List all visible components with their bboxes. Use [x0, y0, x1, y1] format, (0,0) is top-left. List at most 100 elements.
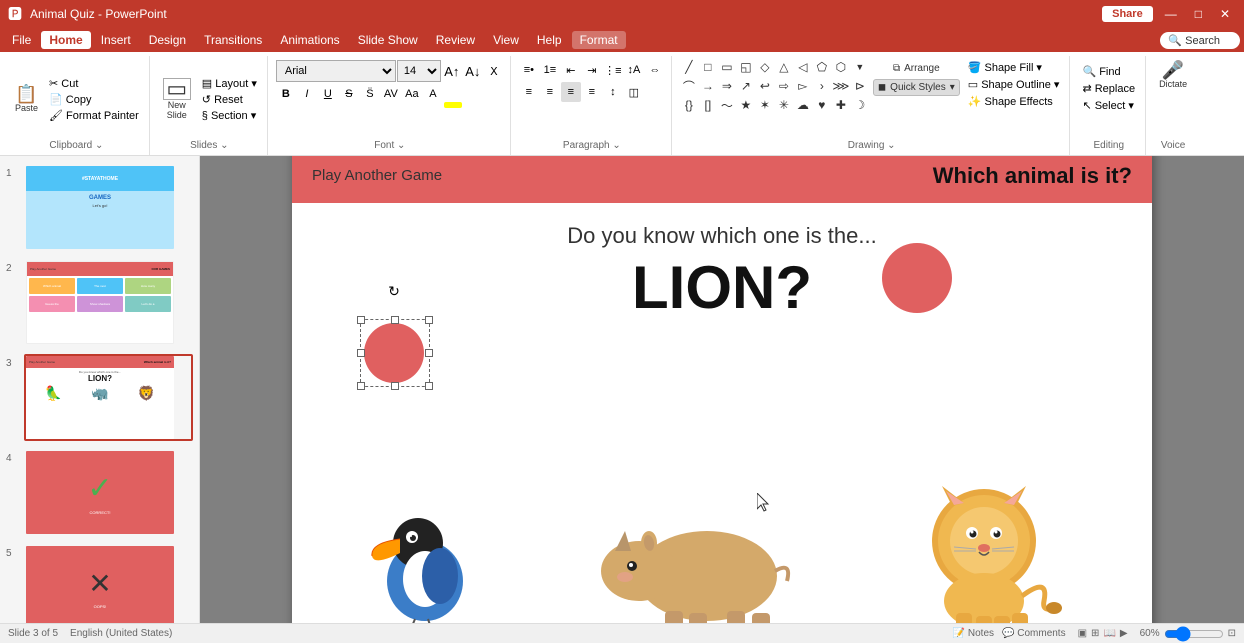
shape-diamond[interactable]: ◇	[756, 58, 774, 76]
slide-thumb-3[interactable]: 3 Play Another Game Which animal is it? …	[6, 354, 193, 441]
slide-thumb-4[interactable]: 4 ✓ CORRECT!	[6, 449, 193, 536]
shape-arc[interactable]: ⌒	[680, 77, 698, 95]
fit-slide-button[interactable]: ⊡	[1228, 628, 1236, 639]
menu-design[interactable]: Design	[141, 31, 194, 49]
selected-shape[interactable]: ↻	[354, 303, 434, 383]
notes-button[interactable]: 📝 Notes	[953, 628, 994, 639]
shape-hex[interactable]: ⬡	[832, 58, 850, 76]
handle-tl[interactable]	[357, 316, 365, 324]
shrink-font-button[interactable]: A↓	[463, 61, 483, 81]
menu-format[interactable]: Format	[572, 31, 626, 49]
menu-help[interactable]: Help	[529, 31, 570, 49]
slide-body[interactable]: Do you know which one is the... LION? ↻	[292, 203, 1152, 623]
quick-styles-button[interactable]: ◼ Quick Styles ▾	[873, 79, 960, 96]
find-button[interactable]: 🔍 Find	[1078, 64, 1139, 79]
shape-cross[interactable]: ✚	[832, 96, 850, 114]
shape-bracket[interactable]: []	[699, 96, 717, 114]
handle-ml[interactable]	[357, 349, 365, 357]
justify-button[interactable]: ≡	[582, 82, 602, 102]
slide-thumb-1[interactable]: 1 #STAYATHOME GAMES Let's go!	[6, 164, 193, 251]
highlight-button[interactable]	[444, 102, 462, 108]
shape-rect[interactable]: □	[699, 58, 717, 76]
arrange-button[interactable]: ⧉ Arrange	[873, 60, 960, 77]
strikethrough-button[interactable]: S	[339, 84, 359, 104]
align-left-button[interactable]: ≡	[519, 82, 539, 102]
shape-more[interactable]: ▼	[851, 58, 869, 76]
shape-star[interactable]: ★	[737, 96, 755, 114]
formatpaint-button[interactable]: 🖌 Format Painter	[45, 108, 143, 123]
shape-pentagon[interactable]: ⬠	[813, 58, 831, 76]
slide-preview-4[interactable]: ✓ CORRECT!	[24, 449, 193, 536]
layout-button[interactable]: ▤ Layout ▾	[198, 76, 261, 91]
changecase-button[interactable]: Aa	[402, 84, 422, 104]
shape-blockarrow[interactable]: ⇨	[775, 77, 793, 95]
shape-outline-button[interactable]: ▭ Shape Outline ▾	[964, 77, 1064, 92]
zoom-slider[interactable]	[1164, 628, 1224, 640]
slide-preview-1[interactable]: #STAYATHOME GAMES Let's go!	[24, 164, 193, 251]
slide-preview-2[interactable]: Play Another Game OUR GAMES Which animal…	[24, 259, 193, 346]
italic-button[interactable]: I	[297, 84, 317, 104]
shape-effects-button[interactable]: ✨ Shape Effects	[964, 94, 1064, 109]
handle-bm[interactable]	[391, 382, 399, 390]
share-button[interactable]: Share	[1102, 6, 1153, 22]
slide-sorter-view[interactable]: ⊞	[1091, 628, 1099, 639]
direction-button[interactable]: ↕A	[624, 60, 644, 80]
underline-button[interactable]: U	[318, 84, 338, 104]
add-smartart-button[interactable]: ◫	[624, 82, 644, 102]
comments-button[interactable]: 💬 Comments	[1002, 628, 1066, 639]
reset-button[interactable]: ↺ Reset	[198, 92, 261, 107]
handle-br[interactable]	[425, 382, 433, 390]
shadow-button[interactable]: S̈	[360, 84, 380, 104]
shape-snip[interactable]: ◱	[737, 58, 755, 76]
normal-view[interactable]: ▣	[1078, 628, 1087, 639]
shape-star6[interactable]: ✶	[756, 96, 774, 114]
slide-thumb-2[interactable]: 2 Play Another Game OUR GAMES Which anim…	[6, 259, 193, 346]
align-button[interactable]: ⇔	[645, 60, 665, 80]
clear-format-button[interactable]: Ⅹ	[484, 61, 504, 81]
shape-curly[interactable]: {}	[680, 96, 698, 114]
dictate-button[interactable]: 🎤 Dictate	[1154, 58, 1192, 92]
charspacing-button[interactable]: AV	[381, 84, 401, 104]
shape-fill-button[interactable]: 🪣 Shape Fill ▾	[964, 60, 1064, 75]
cut-button[interactable]: ✂ Cut	[45, 76, 143, 91]
handle-bl[interactable]	[357, 382, 365, 390]
slide-preview-3[interactable]: Play Another Game Which animal is it? Do…	[24, 354, 193, 441]
close-button[interactable]: ✕	[1214, 7, 1236, 21]
shape-arrow1[interactable]: →	[699, 77, 717, 95]
shape-roundrect[interactable]: ▭	[718, 58, 736, 76]
shape-triangle[interactable]: △	[775, 58, 793, 76]
minimize-button[interactable]: —	[1159, 7, 1183, 21]
menu-review[interactable]: Review	[428, 31, 483, 49]
paste-button[interactable]: 📋 Paste	[10, 82, 43, 116]
menu-animations[interactable]: Animations	[272, 31, 347, 49]
slideshow-view[interactable]: ▶	[1120, 628, 1128, 639]
menu-view[interactable]: View	[485, 31, 527, 49]
bullets-button[interactable]: ≡•	[519, 60, 539, 80]
shape-arrow2[interactable]: ⇒	[718, 77, 736, 95]
align-center-button[interactable]: ≡	[540, 82, 560, 102]
shape-notch[interactable]: ⊳	[851, 77, 869, 95]
slide-canvas[interactable]: Play Another Game Which animal is it? Do…	[292, 156, 1152, 623]
replace-button[interactable]: ⇄ Replace	[1078, 81, 1139, 96]
font-size-select[interactable]: 14	[397, 60, 441, 82]
shape-burst[interactable]: ✳	[775, 96, 793, 114]
align-right-button[interactable]: ≡	[561, 82, 581, 102]
shape-line[interactable]: ╱	[680, 58, 698, 76]
handle-tm[interactable]	[391, 316, 399, 324]
bold-button[interactable]: B	[276, 84, 296, 104]
search-box[interactable]: 🔍 Search	[1160, 32, 1240, 49]
linespacing-button[interactable]: ↕	[603, 82, 623, 102]
shape-cloud[interactable]: ☁	[794, 96, 812, 114]
shape-heart[interactable]: ♥	[813, 96, 831, 114]
shape-striped[interactable]: ⋙	[832, 77, 850, 95]
menu-file[interactable]: File	[4, 31, 39, 49]
shape-arrow3[interactable]: ↗	[737, 77, 755, 95]
shape-wave[interactable]: 〜	[718, 96, 736, 114]
section-button[interactable]: § Section ▾	[198, 108, 261, 123]
shape-pentagon2[interactable]: ▻	[794, 77, 812, 95]
copy-button[interactable]: 📄 Copy	[45, 92, 143, 107]
handle-mr[interactable]	[425, 349, 433, 357]
rotate-handle[interactable]: ↻	[388, 283, 400, 300]
columns-button[interactable]: ⋮≡	[603, 60, 623, 80]
select-button[interactable]: ↖ Select ▾	[1078, 98, 1139, 113]
